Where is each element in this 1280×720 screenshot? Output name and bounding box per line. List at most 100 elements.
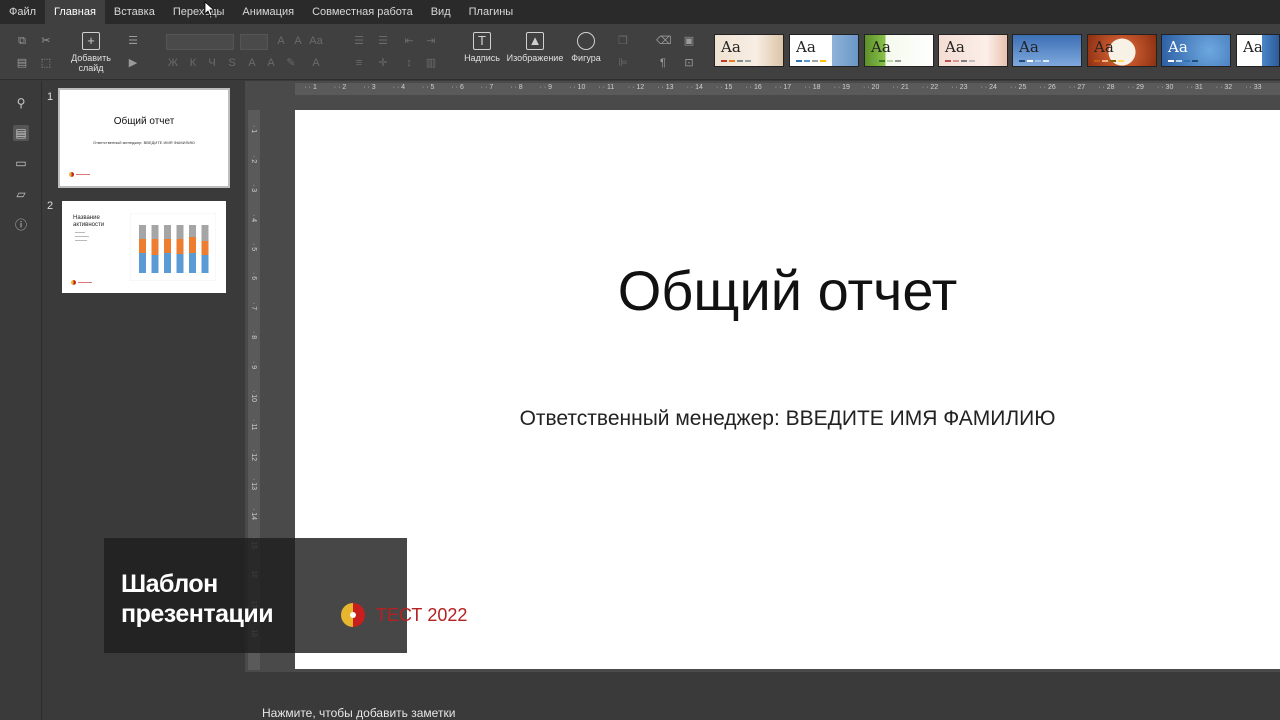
comments-icon[interactable]: ▭ bbox=[13, 155, 29, 171]
decrease-font-icon[interactable]: A bbox=[291, 34, 305, 48]
ruler-tick-label: · · 13 bbox=[657, 84, 674, 91]
menu-file[interactable]: Файл bbox=[0, 0, 45, 24]
font-name-field[interactable] bbox=[166, 34, 234, 50]
add-slide-icon: + bbox=[82, 32, 100, 50]
thumbnail-chart-bar bbox=[176, 239, 184, 254]
thumbnail-chart-bar bbox=[176, 225, 184, 239]
menu-view[interactable]: Вид bbox=[422, 0, 460, 24]
italic-icon[interactable]: К bbox=[186, 56, 200, 70]
bold-icon[interactable]: Ж bbox=[166, 56, 180, 70]
slide-number-2: 2 bbox=[47, 200, 54, 212]
ruler-tick-label: · · 10 bbox=[569, 84, 586, 91]
slides-panel-icon[interactable]: ▤ bbox=[13, 125, 29, 141]
paste-icon[interactable]: ▤ bbox=[15, 56, 29, 70]
brand-mark: ТЕСТ 2022 bbox=[341, 603, 467, 627]
subscript-icon[interactable]: A bbox=[264, 56, 278, 70]
theme-thumbnail-2[interactable]: Aa bbox=[789, 34, 859, 67]
vertical-align-icon[interactable]: ✛ bbox=[376, 56, 390, 70]
bullets-icon[interactable]: ☰ bbox=[352, 34, 366, 48]
thumbnail-title: Общий отчет bbox=[113, 116, 175, 127]
numbering-icon[interactable]: ☰ bbox=[376, 34, 390, 48]
search-icon[interactable]: ⚲ bbox=[13, 95, 29, 111]
thumbnail-chart-bar bbox=[164, 253, 171, 273]
yin-yang-logo-icon bbox=[341, 603, 365, 627]
underline-icon[interactable]: Ч bbox=[205, 56, 219, 70]
font-size-field[interactable] bbox=[240, 34, 268, 50]
strikethrough-icon[interactable]: S bbox=[225, 56, 239, 70]
ruler-tick-label: · 3 bbox=[250, 184, 257, 193]
highlight-icon[interactable]: ✎ bbox=[284, 56, 298, 70]
ruler-tick-label: · · 19 bbox=[833, 84, 850, 91]
align-shape-icon[interactable]: ⊫ bbox=[616, 56, 630, 70]
clear-style-icon[interactable]: ⌫ bbox=[656, 34, 672, 48]
font-color-icon[interactable]: A bbox=[309, 56, 323, 70]
theme-thumbnail-8[interactable]: Aa bbox=[1236, 34, 1280, 67]
change-case-icon[interactable]: Aa bbox=[309, 34, 323, 48]
caption-button[interactable]: T Надпись bbox=[462, 32, 502, 63]
align-left-icon[interactable]: ≡ bbox=[352, 56, 366, 70]
thumbnail-brand-line bbox=[76, 174, 90, 175]
ruler-tick-label: · · 1 bbox=[304, 84, 317, 91]
theme-thumbnail-4[interactable]: Aa bbox=[938, 34, 1008, 67]
copy-icon[interactable]: ⧉ bbox=[15, 34, 29, 48]
arrange-icon[interactable]: ❐ bbox=[616, 34, 630, 48]
menu-animation[interactable]: Анимация bbox=[233, 0, 303, 24]
theme-thumbnail-7[interactable]: Aa bbox=[1161, 34, 1231, 67]
thumbnail-subtitle: Ответственный менеджер: ВВЕДИТЕ ИМЯ ФАМИ… bbox=[92, 140, 196, 145]
text-box-icon: T bbox=[473, 32, 491, 50]
left-sidebar: ⚲ ▤ ▭ ▱ ⓘ bbox=[0, 81, 42, 720]
ruler-tick-label: · 14 bbox=[250, 507, 257, 520]
superscript-icon[interactable]: A bbox=[245, 56, 259, 70]
ruler-tick-label: · · 9 bbox=[539, 84, 553, 91]
horizontal-ruler[interactable]: · · 1 · · 2 · · 3 · · 4 · · 5 · · 6 · · 7 · · 8… bbox=[295, 83, 1280, 95]
info-icon[interactable]: ⓘ bbox=[13, 217, 29, 233]
menu-plugins[interactable]: Плагины bbox=[460, 0, 523, 24]
start-slideshow-icon[interactable]: ▶ bbox=[126, 56, 140, 70]
menu-collaboration[interactable]: Совместная работа bbox=[303, 0, 422, 24]
select-all-icon[interactable]: ⬚ bbox=[39, 56, 53, 70]
ruler-tick-label: · · 18 bbox=[804, 84, 821, 91]
notes-area[interactable]: Нажмите, чтобы добавить заметки bbox=[245, 672, 1280, 720]
color-scheme-icon[interactable]: ▣ bbox=[682, 34, 696, 48]
slide-size-icon[interactable]: ⊡ bbox=[682, 56, 696, 70]
menu-transitions[interactable]: Переходы bbox=[164, 0, 234, 24]
thumbnail-chart-bar bbox=[151, 255, 159, 273]
cut-icon[interactable]: ✂ bbox=[39, 34, 53, 48]
ruler-tick-label: · · 27 bbox=[1068, 84, 1086, 91]
theme-thumbnail-1[interactable]: Aa bbox=[714, 34, 784, 67]
chat-icon[interactable]: ▱ bbox=[13, 186, 29, 202]
thumbnail-chart-bar bbox=[164, 239, 171, 253]
thumbnail-chart-bar bbox=[189, 253, 196, 273]
menu-home[interactable]: Главная bbox=[45, 0, 105, 24]
slide-subtitle[interactable]: Ответственный менеджер: ВВЕДИТЕ ИМЯ ФАМИ… bbox=[295, 407, 1280, 431]
line-spacing-icon[interactable]: ↕ bbox=[402, 56, 416, 70]
slide-layout-icon[interactable]: ☰ bbox=[126, 34, 140, 48]
decrease-indent-icon[interactable]: ⇤ bbox=[402, 34, 416, 48]
theme-thumbnail-5[interactable]: Aa bbox=[1012, 34, 1082, 67]
theme-thumbnail-6[interactable]: Aa bbox=[1087, 34, 1157, 67]
copy-style-icon[interactable]: ¶ bbox=[656, 56, 670, 70]
increase-font-icon[interactable]: A bbox=[274, 34, 288, 48]
image-button[interactable]: ▲ Изображение bbox=[506, 32, 564, 63]
ruler-tick-label: · · 15 bbox=[716, 84, 733, 91]
menu-insert[interactable]: Вставка bbox=[105, 0, 164, 24]
slide-canvas[interactable]: Общий отчет Ответственный менеджер: ВВЕД… bbox=[295, 110, 1280, 669]
ruler-tick-label: · · 5 bbox=[422, 84, 435, 91]
slide-thumbnail-1[interactable]: Общий отчет Ответственный менеджер: ВВЕД… bbox=[58, 88, 230, 188]
add-slide-button[interactable]: + Добавить слайд bbox=[66, 32, 116, 73]
theme-thumbnail-3[interactable]: Aa bbox=[864, 34, 934, 67]
toolbar: ⧉ ✂ ▤ ⬚ + Добавить слайд ☰ ▶ A A Aa Ж К … bbox=[0, 24, 1280, 80]
slide-title[interactable]: Общий отчет bbox=[295, 258, 1280, 323]
ruler-tick-label: · · 28 bbox=[1098, 84, 1115, 91]
thumbnail-chart bbox=[130, 213, 216, 281]
shape-button[interactable]: Фигура bbox=[570, 32, 602, 63]
thumbnail-chart-bar bbox=[139, 225, 146, 239]
ruler-tick-label: · · 12 bbox=[627, 84, 645, 91]
ruler-tick-label: · 2 bbox=[250, 154, 257, 163]
increase-indent-icon[interactable]: ⇥ bbox=[424, 34, 438, 48]
columns-icon[interactable]: ▥ bbox=[424, 56, 438, 70]
thumbnail-chart-bar bbox=[139, 239, 146, 253]
ruler-tick-label: · · 7 bbox=[480, 84, 494, 91]
notes-placeholder[interactable]: Нажмите, чтобы добавить заметки bbox=[262, 706, 455, 720]
slide-thumbnail-2[interactable]: Название активности bbox=[62, 201, 226, 293]
